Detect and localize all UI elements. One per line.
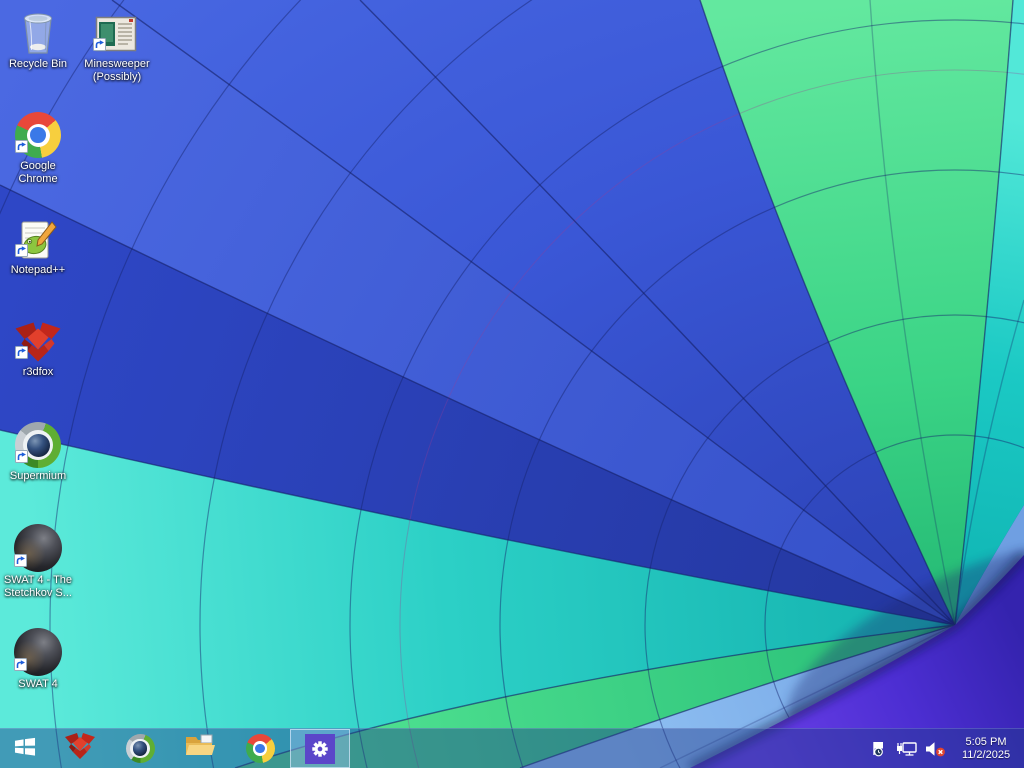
taskbar-empty-area [350, 729, 870, 768]
shortcut-arrow-icon [15, 450, 28, 468]
desktop-icon-label: Minesweeper (Possibly) [84, 58, 150, 83]
desktop-icon-label: Supermium [9, 470, 67, 482]
r3dfox-icon [64, 732, 96, 765]
notepad-plus-plus-icon [0, 212, 76, 262]
shortcut-arrow-icon [93, 38, 106, 56]
volume-muted-icon[interactable] [925, 741, 946, 757]
recycle-bin-icon [0, 6, 76, 56]
desktop-icon-google-chrome[interactable]: Google Chrome [0, 108, 76, 186]
action-center-flag-icon[interactable] [870, 740, 888, 757]
taskbar-r3dfox-button[interactable] [50, 729, 110, 768]
taskbar: 5:05 PM 11/2/2025 [0, 728, 1024, 768]
desktop-icon-label: SWAT 4 [18, 678, 58, 690]
desktop-icon-recycle-bin[interactable]: Recycle Bin [0, 6, 76, 71]
desktop-icon-swat4[interactable]: SWAT 4 [0, 626, 76, 691]
chrome-icon [245, 734, 275, 763]
file-explorer-icon [184, 733, 216, 764]
desktop-icon-label: r3dfox [22, 366, 54, 378]
chrome-icon [0, 108, 76, 158]
supermium-icon [125, 734, 155, 763]
swat4-icon [0, 522, 76, 572]
desktop-icon-minesweeper[interactable]: Minesweeper (Possibly) [77, 6, 157, 84]
shortcut-arrow-icon [14, 554, 27, 572]
shortcut-arrow-icon [15, 346, 28, 364]
desktop: Recycle Bin Minesweeper (Possibly) Googl… [0, 0, 1024, 768]
supermium-icon [0, 418, 76, 468]
windows-start-icon [13, 737, 37, 761]
gear-icon [312, 740, 328, 757]
taskbar-file-explorer-button[interactable] [170, 729, 230, 768]
settings-tile [305, 733, 335, 764]
clock-date: 11/2/2025 [961, 748, 1011, 761]
taskbar-clock[interactable]: 5:05 PM 11/2/2025 [954, 736, 1018, 762]
system-tray: 5:05 PM 11/2/2025 [870, 729, 1024, 768]
minesweeper-icon [77, 6, 157, 56]
desktop-icon-label: Recycle Bin [8, 58, 68, 70]
desktop-icon-supermium[interactable]: Supermium [0, 418, 76, 483]
clock-time: 5:05 PM [965, 735, 1007, 748]
shortcut-arrow-icon [15, 140, 28, 158]
network-icon[interactable] [896, 741, 917, 757]
shortcut-arrow-icon [14, 658, 27, 676]
desktop-icon-notepad-plus-plus[interactable]: Notepad++ [0, 212, 76, 277]
desktop-icon-swat4-stetchkov[interactable]: SWAT 4 - The Stetchkov S... [0, 522, 76, 600]
taskbar-settings-button[interactable] [290, 729, 350, 768]
taskbar-supermium-button[interactable] [110, 729, 170, 768]
taskbar-chrome-button[interactable] [230, 729, 290, 768]
r3dfox-icon [0, 314, 76, 364]
desktop-icon-label: SWAT 4 - The Stetchkov S... [3, 574, 73, 599]
desktop-icon-label: Google Chrome [18, 160, 58, 185]
desktop-icon-r3dfox[interactable]: r3dfox [0, 314, 76, 379]
wallpaper[interactable] [0, 0, 1024, 768]
desktop-icon-label: Notepad++ [10, 264, 66, 276]
shortcut-arrow-icon [15, 244, 28, 262]
start-button[interactable] [0, 729, 50, 768]
swat4-icon [0, 626, 76, 676]
